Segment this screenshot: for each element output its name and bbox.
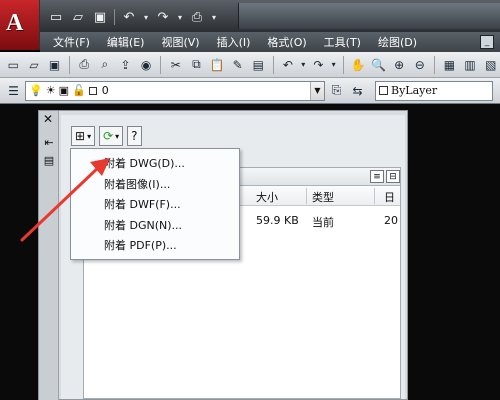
print-icon[interactable]: ⎙ — [75, 55, 94, 74]
open-icon[interactable]: ▱ — [25, 55, 44, 74]
design-center-icon[interactable]: ▥ — [461, 55, 480, 74]
attach-dropdown-menu: 附着 DWG(D)... 附着图像(I)... 附着 DWF(F)... 附着 … — [70, 148, 240, 260]
layer-manager-icon[interactable]: ☰ — [4, 81, 23, 100]
separator — [272, 55, 274, 74]
minimize-icon[interactable]: _ — [480, 35, 494, 49]
layer-color-swatch — [88, 86, 97, 95]
zoom-previous-icon[interactable]: ⊖ — [411, 55, 430, 74]
menu-format[interactable]: 格式(O) — [260, 34, 316, 50]
menu-item-attach-pdf[interactable]: 附着 PDF(P)... — [71, 235, 239, 256]
separator — [68, 55, 70, 74]
palette-title-strip: ⇤ ▤ — [39, 111, 59, 400]
palette-properties-icon[interactable]: ▤ — [42, 153, 56, 167]
cell-type: 当前 — [312, 216, 334, 229]
separator — [160, 55, 162, 74]
color-control-dropdown[interactable]: ByLayer — [375, 80, 493, 101]
window-controls: _ — [480, 35, 500, 49]
layer-previous-icon[interactable]: ⇆ — [348, 81, 367, 100]
paste-icon[interactable]: 📋 — [208, 55, 227, 74]
undo-dropdown-icon[interactable]: ▾ — [141, 13, 151, 22]
help-button[interactable]: ? — [127, 126, 142, 146]
menu-item-attach-dwg[interactable]: 附着 DWG(D)... — [71, 153, 239, 174]
print-preview-icon[interactable]: ⌕ — [96, 55, 115, 74]
undo-dropdown-icon[interactable]: ▾ — [299, 55, 307, 74]
quick-access-toolbar: ▭ ▱ ▣ ↶ ▾ ↷ ▾ ⎙ ▾ — [46, 6, 219, 28]
help-icon: ? — [131, 129, 138, 143]
menu-insert[interactable]: 插入(I) — [210, 34, 261, 50]
application-menu-button[interactable]: A — [0, 0, 40, 50]
menu-item-attach-image[interactable]: 附着图像(I)... — [71, 174, 239, 195]
publish-icon[interactable]: ⇪ — [116, 55, 135, 74]
zoom-window-icon[interactable]: ⊕ — [390, 55, 409, 74]
new-icon[interactable]: ▭ — [46, 8, 66, 26]
tool-palettes-icon[interactable]: ▧ — [481, 55, 500, 74]
tree-view-icon[interactable]: ⊟ — [386, 170, 400, 183]
column-header-type[interactable]: 类型 — [312, 189, 334, 205]
column-header-date[interactable]: 日 — [384, 189, 395, 205]
attach-button[interactable]: ⊞ ▾ — [71, 126, 96, 146]
cell-size: 59.9 KB — [256, 214, 299, 227]
layer-lock-icon: 🔓 — [71, 84, 86, 97]
refresh-button[interactable]: ⟳ ▾ — [99, 126, 124, 146]
pan-icon[interactable]: ✋ — [349, 55, 368, 74]
menu-draw[interactable]: 绘图(D) — [371, 34, 427, 50]
attach-dwg-icon: ⊞ — [75, 129, 86, 143]
app-logo: A — [6, 10, 24, 36]
separator — [114, 9, 115, 25]
separator — [342, 55, 344, 74]
redo-icon[interactable]: ↷ — [153, 8, 173, 26]
redo-dropdown-icon[interactable]: ▾ — [330, 55, 338, 74]
chevron-down-icon: ▾ — [115, 131, 120, 141]
separator — [434, 55, 436, 74]
standard-toolbar: ▭ ▱ ▣ ⎙ ⌕ ⇪ ◉ ✂ ⧉ 📋 ✎ ▤ ↶ ▾ ↷ ▾ ✋ 🔍 ⊕ ⊖ … — [0, 52, 500, 78]
make-current-layer-icon[interactable]: ⎘ — [327, 81, 346, 100]
zoom-realtime-icon[interactable]: 🔍 — [369, 55, 388, 74]
cut-icon[interactable]: ✂ — [166, 55, 185, 74]
layer-name: 0 — [101, 84, 109, 97]
layer-dropdown[interactable]: 💡 ☀ ▣ 🔓 0 ▼ — [25, 80, 325, 101]
layer-viewport-icon: ▣ — [58, 84, 69, 97]
close-icon[interactable]: ✕ — [43, 112, 53, 126]
layer-freeze-icon: ☀ — [45, 84, 56, 97]
column-divider[interactable] — [374, 188, 375, 204]
layers-toolbar: ☰ 💡 ☀ ▣ 🔓 0 ▼ ⎘ ⇆ ByLayer — [0, 78, 500, 104]
layer-on-icon: 💡 — [29, 84, 43, 97]
undo-icon[interactable]: ↶ — [119, 8, 139, 26]
window-title-area — [238, 3, 500, 29]
chevron-down-icon[interactable]: ▼ — [310, 81, 324, 100]
block-editor-icon[interactable]: ▤ — [249, 55, 268, 74]
new-icon[interactable]: ▭ — [4, 55, 23, 74]
properties-icon[interactable]: ▦ — [440, 55, 459, 74]
menu-tools[interactable]: 工具(T) — [317, 34, 371, 50]
save-icon[interactable]: ▣ — [45, 55, 64, 74]
refresh-icon: ⟳ — [103, 129, 114, 143]
copy-icon[interactable]: ⧉ — [187, 55, 206, 74]
palette-toolbar: ⊞ ▾ ⟳ ▾ ? — [71, 125, 142, 147]
menu-edit[interactable]: 编辑(E) — [100, 34, 155, 50]
redo-icon[interactable]: ↷ — [309, 55, 328, 74]
color-swatch — [379, 86, 388, 95]
chevron-down-icon: ▾ — [87, 131, 92, 141]
list-view-icon[interactable]: ≡ — [370, 170, 384, 183]
undo-icon[interactable]: ↶ — [279, 55, 298, 74]
3d-dwf-icon[interactable]: ◉ — [137, 55, 156, 74]
save-icon[interactable]: ▣ — [90, 8, 110, 26]
color-control-value: ByLayer — [391, 84, 438, 97]
redo-dropdown-icon[interactable]: ▾ — [175, 13, 185, 22]
menu-item-attach-dgn[interactable]: 附着 DGN(N)... — [71, 215, 239, 236]
column-divider[interactable] — [306, 188, 307, 204]
menu-view[interactable]: 视图(V) — [154, 34, 209, 50]
title-bar: ▭ ▱ ▣ ↶ ▾ ↷ ▾ ⎙ ▾ — [0, 0, 500, 32]
print-icon[interactable]: ⎙ — [187, 8, 207, 26]
menu-file[interactable]: 文件(F) — [46, 34, 100, 50]
cell-date: 20 — [384, 214, 398, 227]
auto-hide-icon[interactable]: ⇤ — [42, 135, 56, 149]
open-icon[interactable]: ▱ — [68, 8, 88, 26]
menu-item-attach-dwf[interactable]: 附着 DWF(F)... — [71, 194, 239, 215]
menu-bar: 文件(F) 编辑(E) 视图(V) 插入(I) 格式(O) 工具(T) 绘图(D… — [40, 32, 500, 52]
match-properties-icon[interactable]: ✎ — [228, 55, 247, 74]
qat-customize-icon[interactable]: ▾ — [209, 13, 219, 22]
column-header-size[interactable]: 大小 — [256, 189, 278, 205]
